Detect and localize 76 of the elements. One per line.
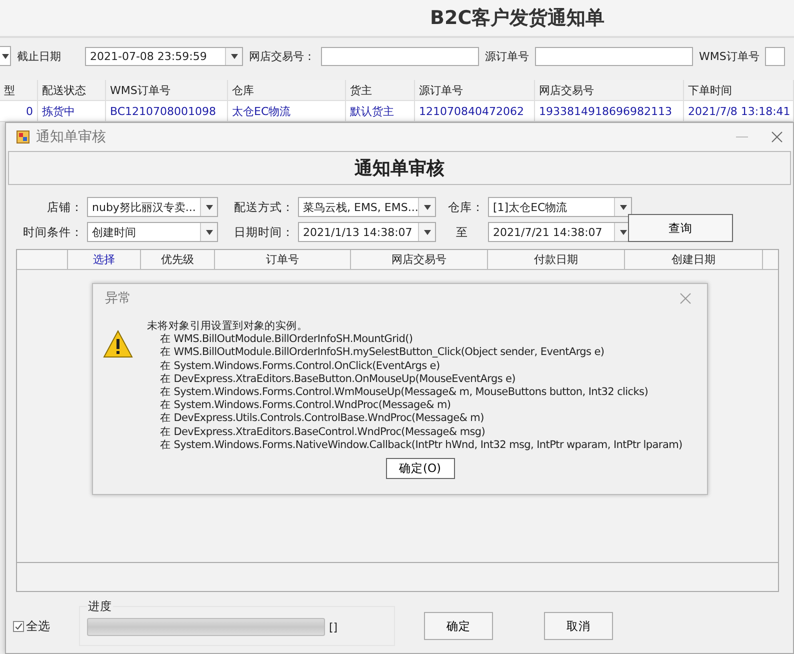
table-cell: 太仓EC物流 bbox=[228, 101, 346, 121]
error-message: 未将对象引用设置到对象的实例。 bbox=[147, 320, 309, 334]
close-icon[interactable] bbox=[680, 292, 691, 304]
stack-trace-line: 在 System.Windows.Forms.Control.WndProc(Message& m) bbox=[159, 399, 452, 412]
stack-trace-line: 在 WMS.BillOutModule.BillOrderInfoSH.MountGrid() bbox=[159, 333, 414, 346]
filter-label: 源订单号 bbox=[485, 48, 529, 64]
progress-label: 进度 bbox=[87, 599, 113, 614]
table-cell: 默认货主 bbox=[346, 101, 415, 121]
filter-label: 仓库： bbox=[447, 200, 484, 214]
stack-trace-line: 在 DevExpress.Utils.Controls.ControlBase.WndProc(Message& m) bbox=[159, 412, 485, 426]
progress-reading: [] bbox=[329, 620, 338, 634]
filter-label: 日期时间： bbox=[233, 224, 294, 240]
dialog-title: 异常 bbox=[105, 290, 131, 307]
stack-trace-line: 在 System.Windows.Forms.NativeWindow.Callback(IntPtr hWnd, Int32 msg, IntPtr wparam, IntPtr lparam) bbox=[159, 438, 682, 452]
filter-label: 网店交易号： bbox=[249, 48, 315, 64]
cancel-button[interactable]: 取消 bbox=[544, 612, 613, 640]
caret-icon bbox=[620, 204, 626, 210]
column-header: 配送状态 bbox=[38, 80, 106, 100]
caret-icon bbox=[230, 54, 238, 58]
dropdown-field[interactable]: nuby努比丽汉专卖... bbox=[87, 197, 218, 217]
dropdown-field[interactable]: 创建时间 bbox=[87, 222, 218, 242]
column-header[interactable]: 订单号 bbox=[215, 250, 351, 269]
window-title: 通知单审核 bbox=[36, 128, 107, 146]
caret-icon bbox=[620, 230, 626, 234]
select-all-checkbox[interactable] bbox=[13, 620, 24, 632]
stack-trace-line: 在 WMS.BillOutModule.BillOrderInfoSH.mySelestButton_Click(Object sender, EventArgs e) bbox=[159, 346, 606, 360]
column-header[interactable]: 创建日期 bbox=[625, 250, 763, 269]
filter-label: 店铺： bbox=[46, 200, 83, 214]
column-header: WMS订单号 bbox=[106, 80, 228, 100]
table-cell: BC1210708001098 bbox=[106, 101, 228, 121]
column-header: 型 bbox=[0, 80, 38, 100]
column-header: 仓库 bbox=[228, 80, 346, 100]
checkbox-label: 全选 bbox=[26, 618, 50, 634]
stack-trace-line: 在 System.Windows.Forms.Control.OnClick(EventArgs e) bbox=[159, 360, 441, 373]
column-header: 源订单号 bbox=[415, 80, 535, 100]
warning-icon bbox=[103, 330, 133, 358]
ok-button[interactable]: 确定(O) bbox=[386, 458, 454, 480]
column-header: 网店交易号 bbox=[535, 80, 684, 100]
column-header: 下单时间 bbox=[684, 80, 794, 100]
input-field[interactable] bbox=[321, 46, 479, 66]
dropdown-field[interactable] bbox=[0, 46, 11, 66]
dropdown-field[interactable]: [1]太仓EC物流 bbox=[488, 197, 632, 217]
column-header[interactable]: 付款日期 bbox=[488, 250, 625, 269]
stack-trace-line: 在 DevExpress.XtraEditors.BaseButton.OnMouseUp(MouseEventArgs e) bbox=[159, 372, 516, 386]
caret-icon bbox=[206, 230, 212, 234]
caret-icon bbox=[2, 54, 8, 58]
caret-icon bbox=[424, 230, 430, 234]
form-heading: 通知单审核 bbox=[8, 151, 791, 185]
column-header[interactable]: 网店交易号 bbox=[351, 250, 488, 269]
stack-trace-line: 在 DevExpress.XtraEditors.BaseControl.WndProc(Message& msg) bbox=[159, 426, 486, 439]
filter-label: 至 bbox=[455, 224, 469, 240]
input-field[interactable] bbox=[535, 46, 693, 66]
column-header: 货主 bbox=[346, 80, 415, 100]
stack-trace-line: 在 System.Windows.Forms.Control.WmMouseUp(Message& m, MouseButtons button, Int32 clicks) bbox=[159, 386, 650, 400]
close-icon[interactable] bbox=[771, 131, 783, 143]
column-header[interactable]: 选择 bbox=[68, 250, 141, 269]
column-header[interactable]: 优先级 bbox=[141, 250, 215, 269]
date-field[interactable]: 2021-07-08 23:59:59 bbox=[85, 46, 243, 66]
confirm-button[interactable]: 确定 bbox=[424, 612, 493, 640]
table-cell: 拣货中 bbox=[38, 101, 106, 121]
page-title: B2C客户发货通知单 bbox=[430, 6, 605, 31]
filter-label: 时间条件： bbox=[22, 224, 83, 240]
filter-label: 配送方式： bbox=[233, 200, 294, 214]
dropdown-field[interactable]: 菜鸟云栈, EMS, EMS... bbox=[298, 197, 436, 217]
caret-icon bbox=[206, 204, 212, 210]
table-cell: 121070840472062 bbox=[415, 101, 535, 121]
table-cell: 0 bbox=[0, 101, 38, 121]
caret-icon bbox=[424, 204, 430, 210]
query-button[interactable]: 查询 bbox=[628, 214, 733, 242]
dropdown-field[interactable]: 2021/1/13 14:38:07 bbox=[298, 222, 436, 242]
filter-label: WMS订单号 bbox=[699, 48, 760, 64]
table-cell: 2021/7/8 13:18:41 bbox=[684, 101, 794, 121]
table-cell: 1933814918696982113 bbox=[535, 101, 684, 121]
app-icon bbox=[16, 130, 30, 144]
filter-label: 截止日期 bbox=[17, 48, 61, 64]
input-field[interactable] bbox=[765, 46, 786, 66]
